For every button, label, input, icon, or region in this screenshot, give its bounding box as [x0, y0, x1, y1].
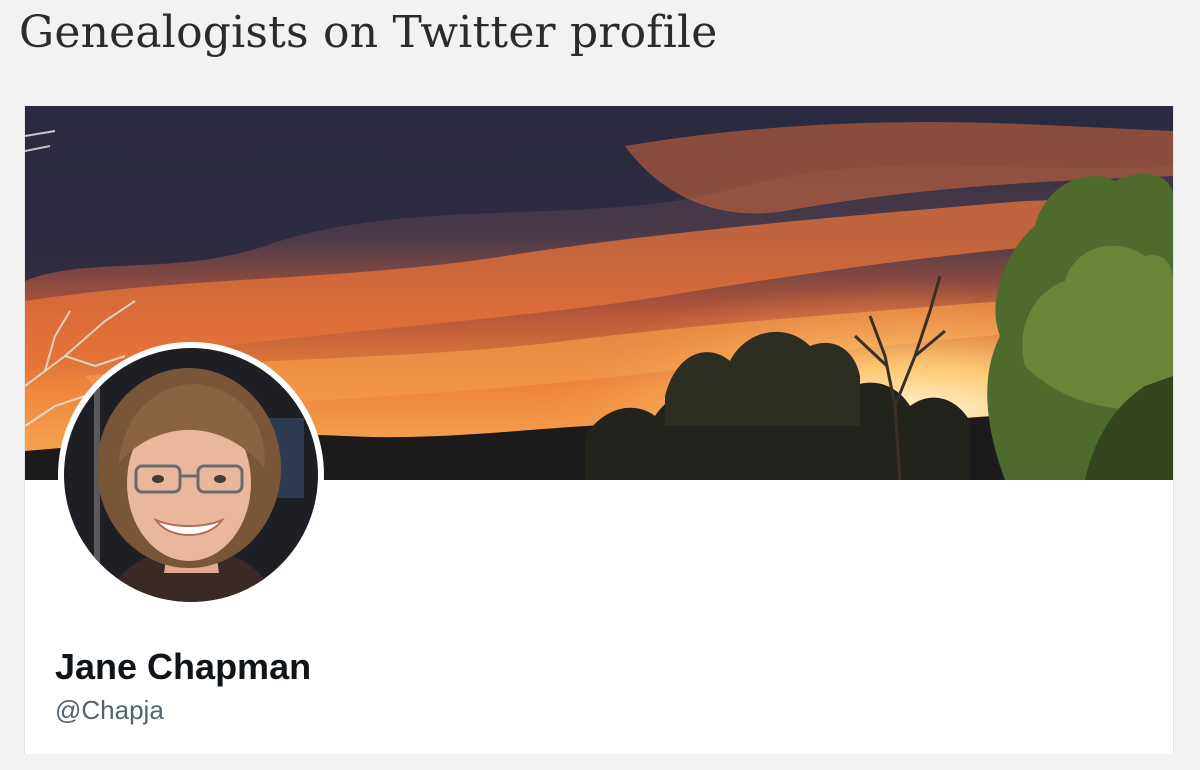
- profile-display-name: Jane Chapman: [55, 646, 312, 687]
- page-title: Genealogists on Twitter profile: [19, 7, 718, 58]
- avatar-portrait-illustration: [64, 348, 318, 602]
- profile-avatar[interactable]: [58, 342, 324, 608]
- profile-card: Jane Chapman @Chapja: [24, 106, 1174, 754]
- profile-handle: @Chapja: [55, 695, 164, 725]
